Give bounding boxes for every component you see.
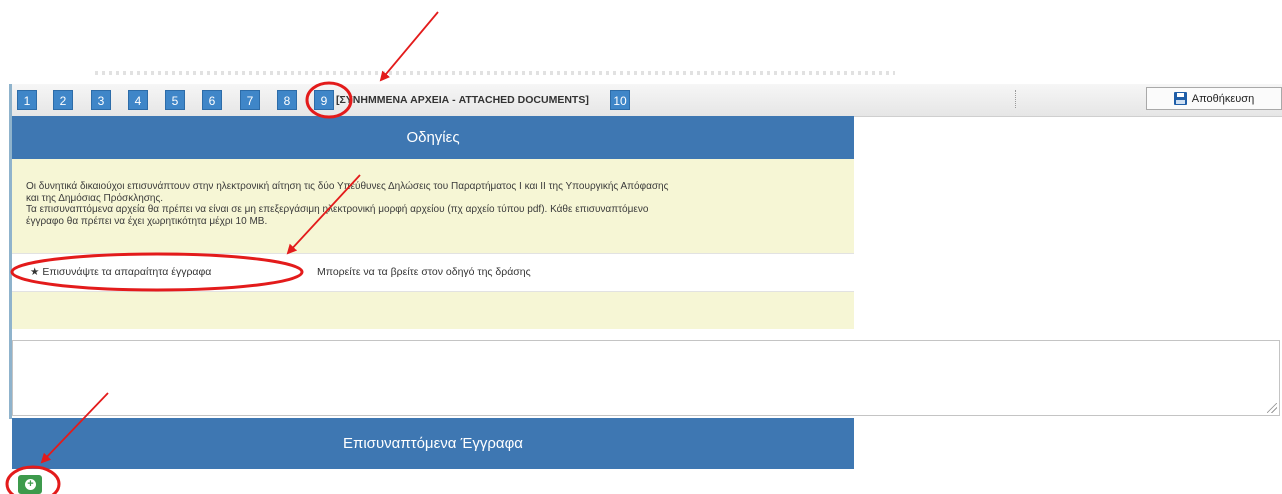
annotation-arrow-add [40,392,109,464]
annotation-overlay [5,11,439,494]
annotation-arrow-required [286,174,361,255]
annotation-circle-required [10,252,304,292]
annotation-circle-step-9 [305,81,353,119]
annotation-circle-add [5,465,61,494]
annotation-arrow-step-9 [379,11,439,82]
